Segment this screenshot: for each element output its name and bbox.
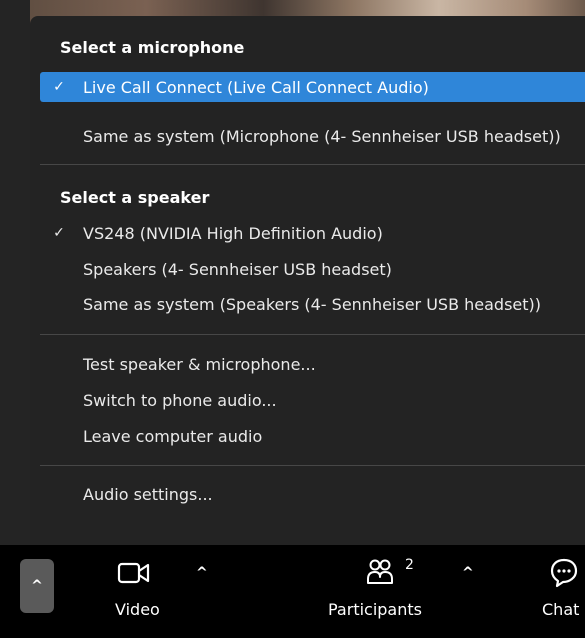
left-gutter <box>0 0 30 545</box>
meeting-toolbar: ^ Video ^ 2 Participants ^ Chat <box>0 545 585 638</box>
mic-option-same-as-system[interactable]: Same as system (Microphone (4- Sennheise… <box>40 121 585 151</box>
menu-item-label: Leave computer audio <box>83 426 263 446</box>
video-label: Video <box>115 600 160 619</box>
participants-options-caret[interactable]: ^ <box>462 565 474 581</box>
menu-item-label: Same as system (Speakers (4- Sennheiser … <box>83 294 542 314</box>
speaker-option-sennheiser[interactable]: Speakers (4- Sennheiser USB headset) <box>40 254 585 284</box>
menu-item-label: Speakers (4- Sennheiser USB headset) <box>83 259 392 279</box>
menu-item-label: Test speaker & microphone... <box>83 354 316 374</box>
participants-icon <box>367 559 393 584</box>
video-button[interactable]: Video <box>105 545 175 638</box>
test-speaker-microphone-item[interactable]: Test speaker & microphone... <box>40 349 585 379</box>
speaker-option-vs248[interactable]: ✓ VS248 (NVIDIA High Definition Audio) <box>40 218 585 248</box>
menu-item-label: Same as system (Microphone (4- Sennheise… <box>83 126 561 146</box>
speaker-option-same-as-system[interactable]: Same as system (Speakers (4- Sennheiser … <box>40 289 585 319</box>
participants-button[interactable]: 2 Participants <box>325 545 440 638</box>
mic-option-live-call-connect[interactable]: ✓ Live Call Connect (Live Call Connect A… <box>40 72 585 102</box>
chevron-up-icon: ^ <box>31 578 43 594</box>
menu-item-label: Live Call Connect (Live Call Connect Aud… <box>83 77 429 97</box>
chat-button[interactable]: Chat <box>535 545 585 638</box>
switch-to-phone-audio-item[interactable]: Switch to phone audio... <box>40 385 585 415</box>
menu-item-label: Audio settings... <box>83 484 213 504</box>
audio-menu: Select a microphone ✓ Live Call Connect … <box>30 16 585 545</box>
chat-label: Chat <box>542 600 580 619</box>
microphone-section-title: Select a microphone <box>60 38 245 57</box>
menu-item-label: VS248 (NVIDIA High Definition Audio) <box>83 223 383 243</box>
participants-count-badge: 2 <box>405 557 414 573</box>
chat-bubble-icon <box>550 558 578 588</box>
menu-item-label: Switch to phone audio... <box>83 390 277 410</box>
audio-settings-item[interactable]: Audio settings... <box>40 479 585 509</box>
checkmark-icon: ✓ <box>53 225 65 241</box>
divider <box>40 465 585 466</box>
participants-label: Participants <box>328 600 422 619</box>
video-camera-icon <box>117 562 150 584</box>
checkmark-icon: ✓ <box>53 79 65 95</box>
divider <box>40 164 585 165</box>
audio-options-caret-button[interactable]: ^ <box>20 559 54 613</box>
speaker-section-title: Select a speaker <box>60 188 210 207</box>
divider <box>40 334 585 335</box>
video-options-caret[interactable]: ^ <box>196 565 208 581</box>
leave-computer-audio-item[interactable]: Leave computer audio <box>40 421 585 451</box>
